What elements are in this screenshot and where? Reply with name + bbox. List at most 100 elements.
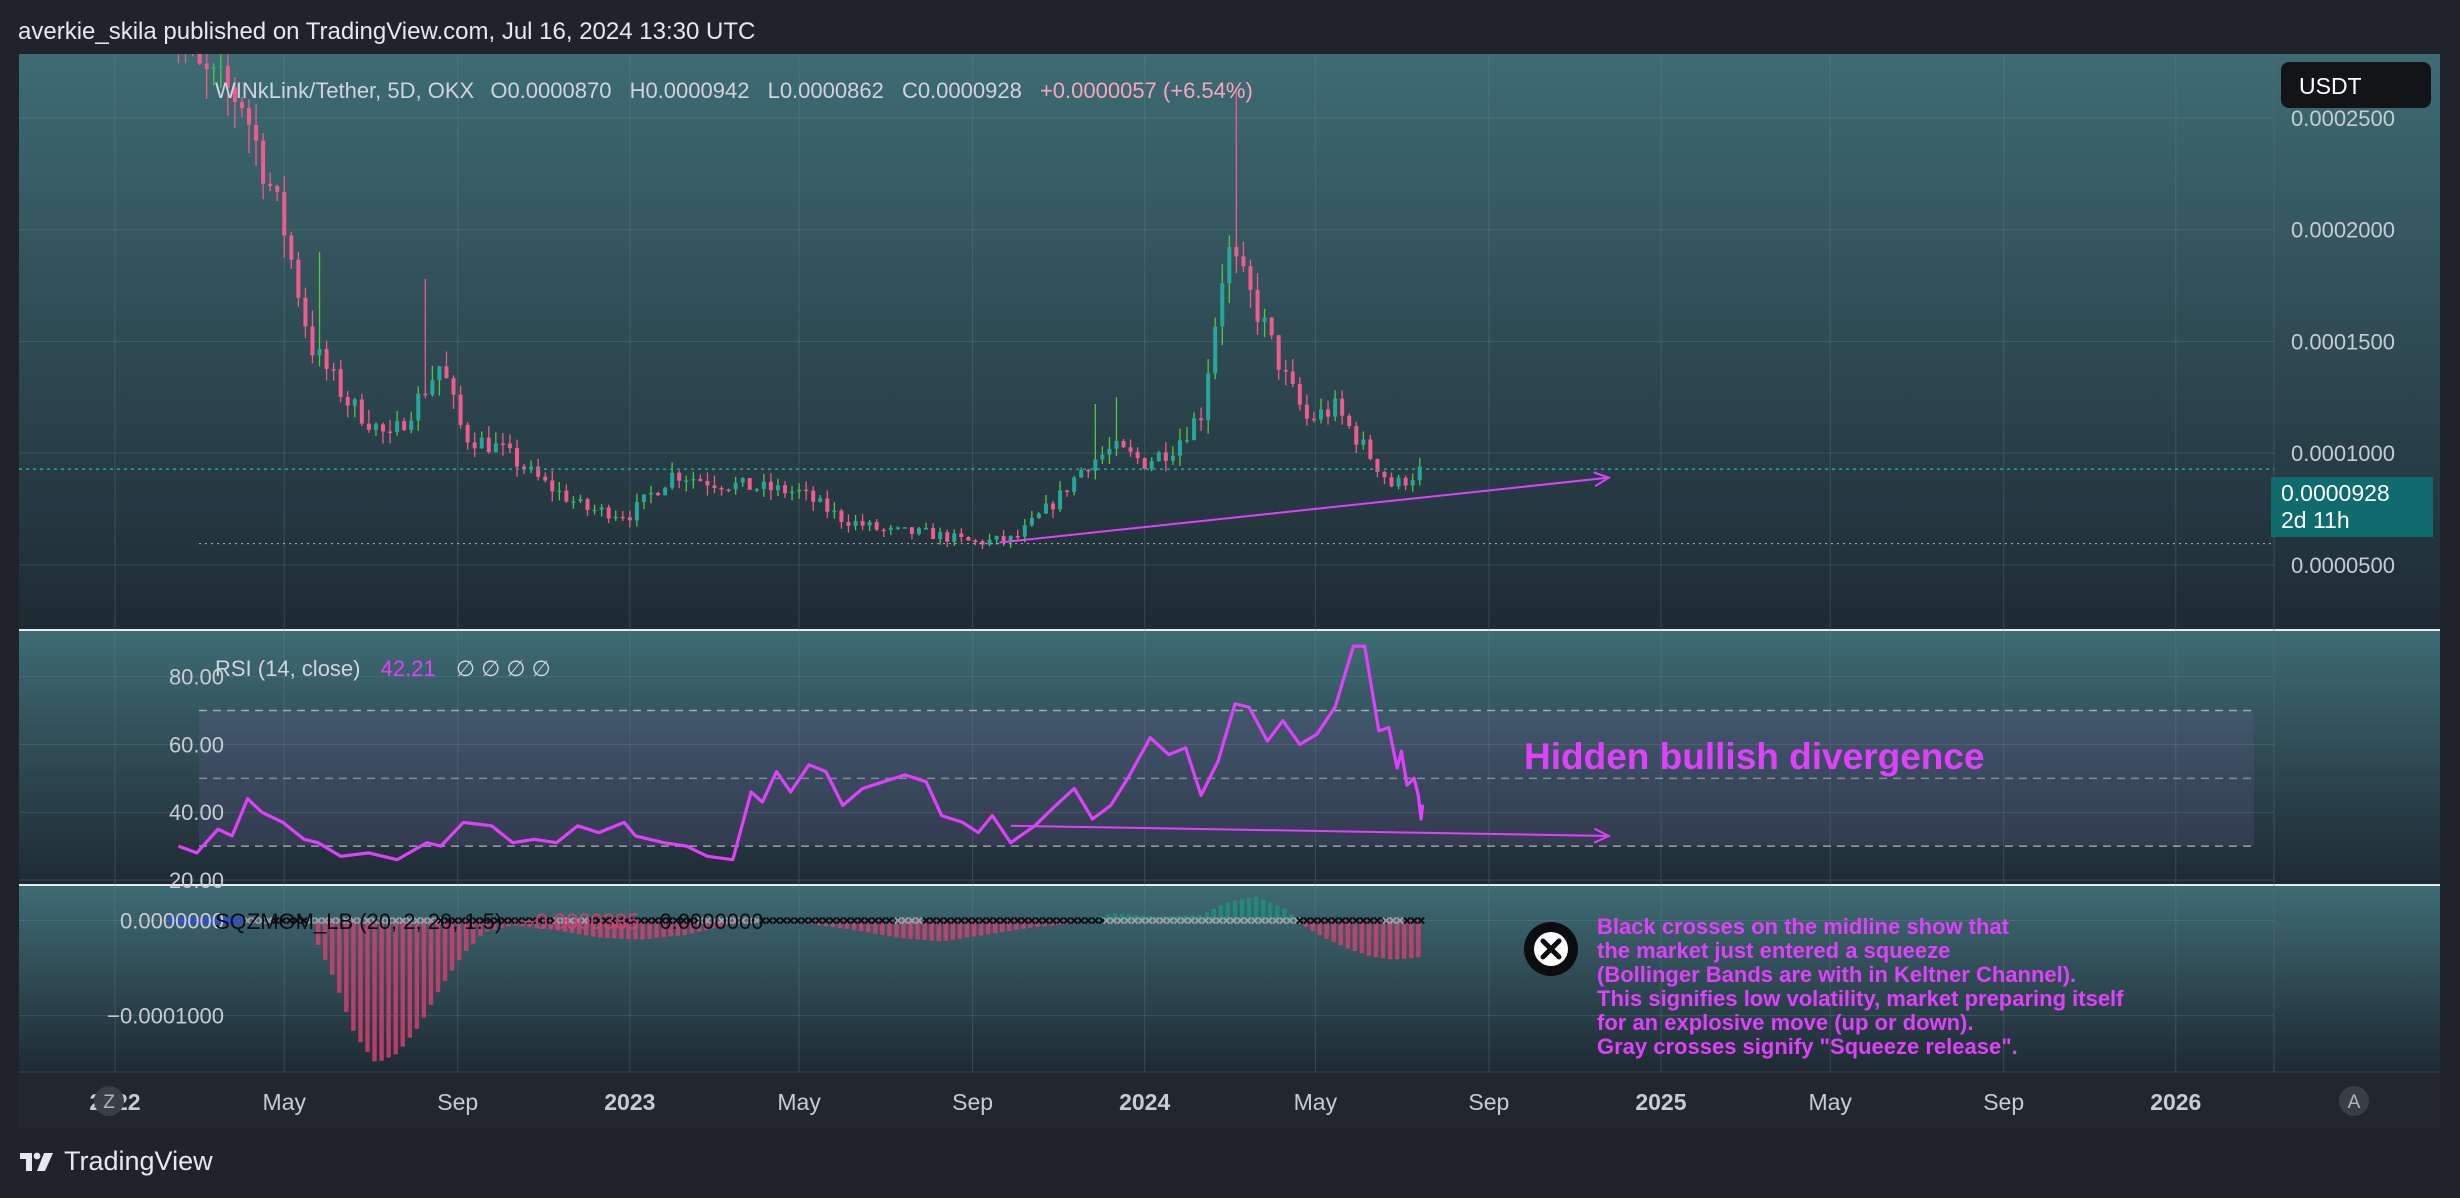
candle-body <box>719 487 724 490</box>
candle-body <box>324 349 329 370</box>
candle-body <box>945 532 950 542</box>
note-line: This signifies low volatility, market pr… <box>1597 986 2124 1011</box>
candle-body <box>1128 447 1133 452</box>
histogram-bar <box>1402 920 1407 959</box>
trading-chart[interactable]: 0.0002500 0.0002000 0.0001500 0.0001000 0.00… <box>19 54 2440 1128</box>
axis-tick-label: 0.0002000 <box>2291 218 2395 243</box>
candle-body <box>303 297 308 327</box>
candle-body <box>1290 371 1295 385</box>
last-price-countdown: 2d 11h <box>2281 507 2350 533</box>
axis-tick-label: −0.0001000 <box>107 1004 224 1029</box>
histogram-bar <box>1345 920 1350 949</box>
histogram-bar <box>1253 896 1259 921</box>
axis-tick-label: 0.0002500 <box>2291 106 2395 131</box>
candle-body <box>479 437 484 449</box>
histogram-bar <box>1394 920 1400 960</box>
candle <box>902 527 907 529</box>
auto-scale-button[interactable]: A <box>2339 1086 2369 1116</box>
candle-body <box>606 507 611 519</box>
time-axis-bg <box>19 1072 2440 1128</box>
candle-body <box>1382 471 1387 478</box>
note-line: for an explosive move (up or down). <box>1597 1010 1974 1035</box>
candle-body <box>966 537 971 541</box>
candle-body <box>980 540 985 545</box>
candle-body <box>366 423 371 430</box>
histogram-bar <box>358 920 363 1043</box>
candle-body <box>1248 266 1253 290</box>
candle-body <box>1072 477 1077 493</box>
candle-body <box>909 527 914 534</box>
histogram-bar <box>1359 920 1365 954</box>
histogram-bar <box>936 920 941 942</box>
candle-body <box>1311 418 1316 421</box>
candle-body <box>1297 384 1302 405</box>
histogram-bar <box>1239 899 1245 921</box>
candle-body <box>1086 469 1091 472</box>
time-tick-label: 2025 <box>1635 1089 1686 1115</box>
rsi-legend-extras: ∅ ∅ ∅ ∅ <box>456 656 551 681</box>
note-line: Gray crosses signify "Squeeze release". <box>1597 1034 2018 1059</box>
candle-body <box>1192 418 1197 441</box>
symbol-legend[interactable]: WINkLink/Tether, 5D, OKX O0.0000870 H0.0… <box>215 78 1253 103</box>
candle-body <box>620 516 625 519</box>
histogram-bar <box>1416 920 1421 958</box>
divergence-annotation[interactable]: Hidden bullish divergence <box>1524 736 1985 777</box>
histogram-bar <box>1331 920 1336 943</box>
candle-body <box>1149 461 1154 469</box>
candle-body <box>663 487 668 496</box>
candle-body <box>1121 441 1126 448</box>
note-line: Black crosses on the midline show that <box>1597 914 2010 939</box>
candle-body <box>543 476 548 481</box>
candle-body <box>1206 373 1211 421</box>
candle-body <box>261 140 266 184</box>
candle-body <box>268 183 273 187</box>
time-tick-label: 2023 <box>604 1089 655 1115</box>
candle-body <box>698 478 703 481</box>
candle-body <box>656 493 661 496</box>
candle-body <box>507 443 512 449</box>
close-annotation-icon[interactable] <box>1524 922 1578 976</box>
candle <box>1213 317 1218 380</box>
candle-body <box>1333 398 1338 417</box>
candle-body <box>275 186 280 192</box>
histogram-bar <box>1380 920 1386 959</box>
candle-body <box>1340 398 1345 416</box>
candle-body <box>465 424 470 443</box>
candle-body <box>388 431 393 433</box>
candle-body <box>1079 469 1084 478</box>
candle-body <box>458 394 463 425</box>
currency-button[interactable]: USDT <box>2281 62 2431 108</box>
rsi-legend[interactable]: RSI (14, close) 42.21 ∅ ∅ ∅ ∅ <box>215 656 551 681</box>
candle-body <box>818 498 823 502</box>
candle-body <box>1403 477 1408 486</box>
candle-body <box>1347 415 1352 427</box>
candle-body <box>987 539 992 545</box>
candle-body <box>1051 503 1055 510</box>
pane-divider <box>19 884 2440 886</box>
candle-body <box>846 522 851 526</box>
time-tick-label: Sep <box>1983 1089 2024 1115</box>
candle-body <box>613 516 618 519</box>
candle-body <box>1354 426 1359 445</box>
time-tick-label: May <box>263 1089 307 1115</box>
publish-header: averkie_skila published on TradingView.c… <box>18 18 756 45</box>
candle-body <box>1022 525 1027 537</box>
histogram-bar <box>1373 920 1379 958</box>
candle-body <box>423 393 428 396</box>
candle-body <box>345 396 350 406</box>
histogram-bar <box>1387 920 1393 960</box>
time-tick-label: Sep <box>952 1089 993 1115</box>
candle-body <box>768 481 773 491</box>
candle-body <box>218 66 223 68</box>
candle-body <box>895 527 900 529</box>
candle-body <box>282 191 287 236</box>
candle-body <box>1093 459 1098 471</box>
sqz-legend[interactable]: SQZMOM_LB (20, 2, 20, 1.5) −0.0000385 0.… <box>215 909 763 934</box>
candle-body <box>1100 454 1105 460</box>
candle-body <box>1269 317 1274 336</box>
zoom-button[interactable]: Z <box>94 1086 124 1116</box>
candle-body <box>204 63 209 70</box>
last-price-tag: 0.0000928 2d 11h <box>2271 477 2433 537</box>
time-tick-label: 2026 <box>2150 1089 2201 1115</box>
candle-body <box>296 259 301 298</box>
